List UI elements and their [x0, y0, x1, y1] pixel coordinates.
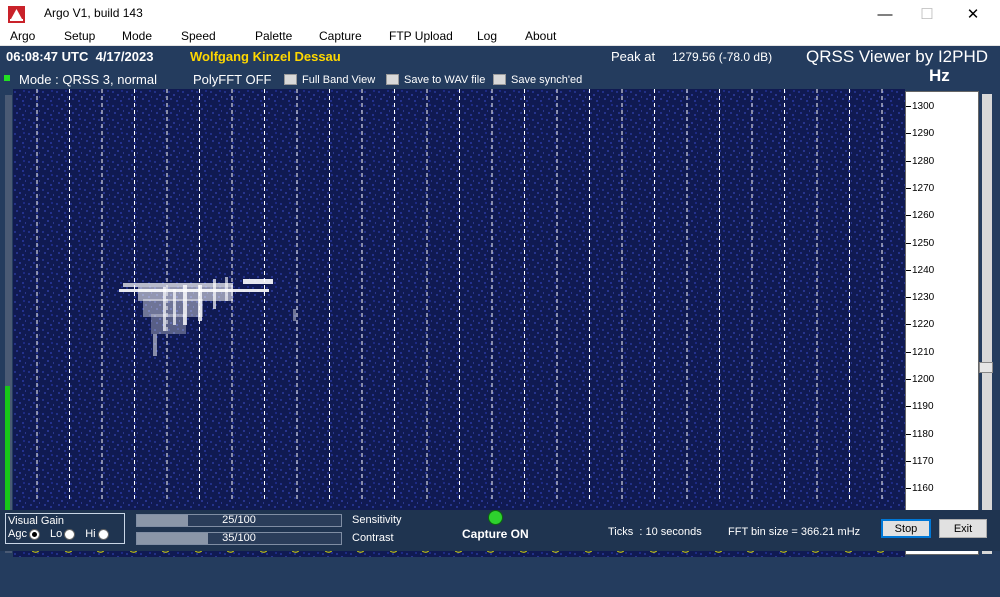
save-synched-label: Save synch'ed [511, 73, 583, 86]
frequency-label: 1270 [912, 182, 935, 194]
close-icon[interactable]: ✕ [950, 0, 996, 28]
title-bar: Argo V1, build 143 — ☐ ✕ [0, 0, 1000, 28]
polyfft-status: PolyFFT OFF [193, 72, 272, 87]
frequency-tick [906, 324, 911, 326]
waterfall-canvas [13, 89, 905, 557]
frequency-label: 1210 [912, 346, 935, 358]
hi-radio[interactable] [97, 528, 109, 540]
lo-label: Lo [49, 528, 63, 540]
bottom-panel: Visual Gain Agc Lo Hi 25/100 Sensitivity… [0, 510, 1000, 551]
frequency-label: 1170 [912, 455, 934, 467]
save-wav-label: Save to WAV file [404, 73, 486, 86]
stop-button[interactable]: Stop [881, 519, 931, 538]
frequency-tick [906, 215, 911, 217]
checkbox-icon[interactable] [386, 74, 399, 85]
ticks-info: Ticks : 10 seconds [608, 526, 702, 538]
app-icon[interactable] [8, 6, 25, 23]
contrast-value: 35/100 [222, 532, 256, 544]
full-band-view-checkbox[interactable]: Full Band View [284, 73, 375, 86]
frequency-label: 1300 [912, 101, 935, 112]
frequency-scale: 1300 1290 1280 1270 1260 1250 1240 1230 1220 1210… [905, 91, 979, 555]
frequency-tick [906, 297, 911, 299]
frequency-tick [906, 187, 911, 189]
menu-capture[interactable]: Capture [319, 28, 362, 46]
full-band-view-label: Full Band View [302, 73, 376, 86]
frequency-label: 1240 [912, 264, 935, 276]
maximize-icon: ☐ [920, 6, 934, 23]
visual-gain-title: Visual Gain [8, 515, 65, 527]
lo-radio[interactable] [64, 528, 76, 540]
frequency-label: 1190 [912, 401, 934, 413]
menu-speed[interactable]: Speed [181, 28, 216, 46]
frequency-tick [906, 460, 911, 462]
hz-unit-label: Hz [929, 66, 950, 85]
menu-argo[interactable]: Argo [10, 28, 35, 46]
frequency-label: 1260 [912, 210, 935, 222]
agc-radio[interactable] [28, 528, 40, 540]
status-led-icon [4, 75, 10, 81]
frequency-label: 1290 [912, 128, 935, 140]
frequency-label: 1180 [912, 428, 934, 440]
checkbox-icon[interactable] [493, 74, 506, 85]
menu-bar: Argo Setup Mode Speed Palette Capture FT… [0, 28, 1000, 46]
frequency-tick [906, 433, 911, 435]
frequency-tick [906, 406, 911, 408]
menu-about[interactable]: About [525, 28, 556, 46]
frequency-tick [906, 242, 911, 244]
save-wav-checkbox[interactable]: Save to WAV file [386, 73, 485, 86]
frequency-tick [906, 379, 911, 380]
sensitivity-label: Sensitivity [352, 514, 402, 526]
vertical-slider[interactable] [982, 94, 992, 554]
capture-indicator-icon [488, 510, 503, 525]
menu-mode[interactable]: Mode [122, 28, 152, 46]
checkbox-icon[interactable] [284, 74, 297, 85]
contrast-label: Contrast [352, 532, 394, 544]
frequency-label: 1200 [912, 374, 935, 385]
frequency-tick [906, 106, 911, 107]
exit-button[interactable]: Exit [939, 519, 987, 538]
window-title: Argo V1, build 143 [44, 6, 143, 20]
capture-status: Capture ON [462, 527, 529, 541]
viewer-title: QRSS Viewer by I2PHD [806, 47, 989, 66]
frequency-tick [906, 269, 911, 271]
save-synched-checkbox[interactable]: Save synch'ed [493, 73, 582, 86]
peak-value: 1279.56 (-78.0 dB) [672, 50, 773, 64]
frequency-tick [906, 351, 911, 353]
frequency-tick [906, 488, 911, 490]
visual-gain-group: Visual Gain Agc Lo Hi [5, 513, 125, 544]
frequency-label: 1280 [912, 155, 935, 167]
sensitivity-bar[interactable]: 25/100 [136, 514, 342, 527]
frequency-label: 1230 [912, 292, 935, 304]
agc-label: Agc [8, 528, 27, 540]
peak-label: Peak at [611, 49, 656, 64]
hi-label: Hi [85, 528, 96, 540]
contrast-bar[interactable]: 35/100 [136, 532, 342, 545]
frequency-label: 1250 [912, 237, 935, 249]
frequency-tick [906, 160, 911, 162]
vertical-slider-thumb[interactable] [979, 362, 993, 373]
mode-text: Mode : QRSS 3, normal [19, 72, 157, 87]
waterfall-display[interactable]: 06:04:2006:04:3006:04:4006:04:5006:05:00… [13, 89, 905, 557]
frequency-tick [906, 133, 911, 135]
menu-ftp-upload[interactable]: FTP Upload [389, 28, 453, 46]
menu-palette[interactable]: Palette [255, 28, 292, 46]
fft-bin-size: FFT bin size = 366.21 mHz [728, 526, 861, 538]
menu-setup[interactable]: Setup [64, 28, 95, 46]
operator-name: Wolfgang Kinzel Dessau [190, 49, 341, 64]
menu-log[interactable]: Log [477, 28, 497, 46]
utc-time-date: 06:08:47 UTC 4/17/2023 [6, 49, 154, 64]
frequency-label: 1160 [912, 483, 934, 495]
sensitivity-value: 25/100 [222, 514, 256, 526]
minimize-icon[interactable]: — [862, 0, 908, 28]
frequency-label: 1220 [912, 319, 935, 331]
